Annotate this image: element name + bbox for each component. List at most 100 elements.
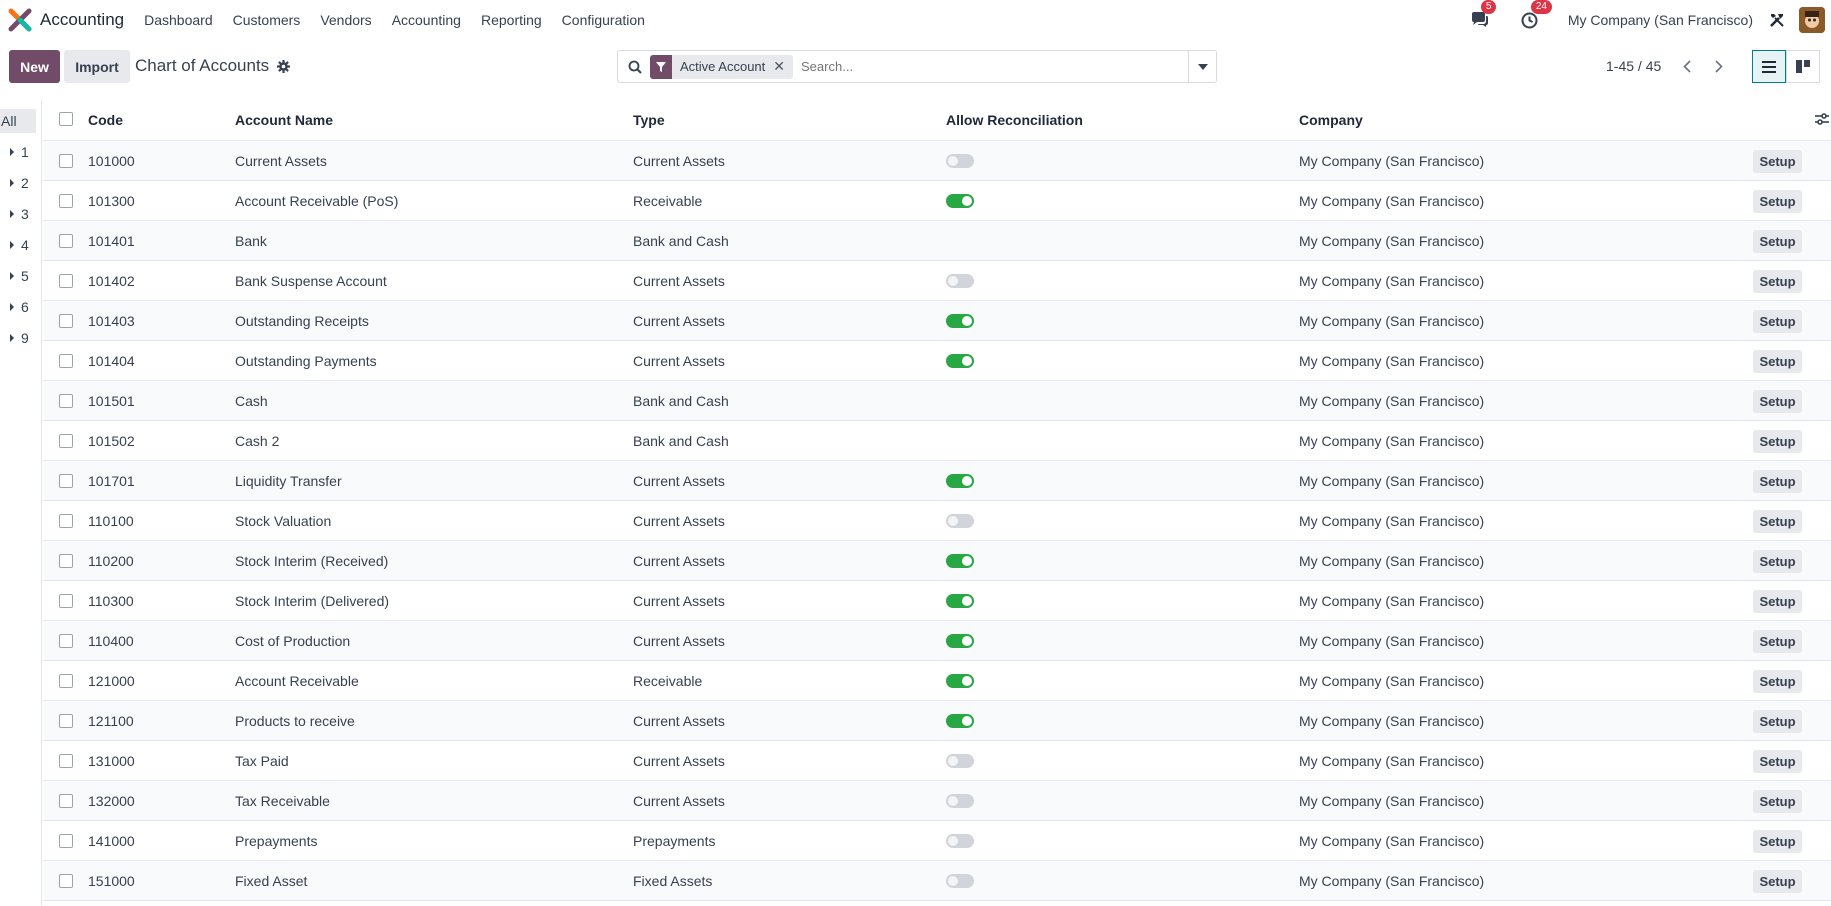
reconcile-toggle[interactable] (946, 874, 974, 888)
menu-accounting[interactable]: Accounting (392, 12, 461, 28)
row-checkbox[interactable] (59, 354, 73, 368)
remove-facet-icon[interactable]: ✕ (773, 58, 793, 75)
table-row[interactable]: 101401 Bank Bank and Cash My Company (Sa… (43, 221, 1831, 261)
column-header-account-name[interactable]: Account Name (235, 112, 333, 128)
sidebar-group-3[interactable]: 3 (0, 202, 38, 226)
table-row[interactable]: 101501 Cash Bank and Cash My Company (Sa… (43, 381, 1831, 421)
reconcile-toggle[interactable] (946, 834, 974, 848)
column-header-code[interactable]: Code (88, 112, 123, 128)
table-row[interactable]: 110200 Stock Interim (Received) Current … (43, 541, 1831, 581)
activities-button[interactable]: 24 (1518, 0, 1552, 32)
reconcile-toggle[interactable] (946, 674, 974, 688)
setup-button[interactable]: Setup (1753, 550, 1802, 573)
row-checkbox[interactable] (59, 274, 73, 288)
reconcile-toggle[interactable] (946, 634, 974, 648)
row-checkbox[interactable] (59, 394, 73, 408)
table-row[interactable]: 132000 Tax Receivable Current Assets My … (43, 781, 1831, 821)
sidebar-group-6[interactable]: 6 (0, 295, 38, 319)
gear-icon[interactable] (277, 59, 291, 73)
setup-button[interactable]: Setup (1753, 310, 1802, 333)
pager-value[interactable]: 1-45 / 45 (1606, 58, 1661, 74)
table-row[interactable]: 101300 Account Receivable (PoS) Receivab… (43, 181, 1831, 221)
row-checkbox[interactable] (59, 154, 73, 168)
setup-button[interactable]: Setup (1753, 350, 1802, 373)
app-name[interactable]: Accounting (40, 10, 124, 30)
menu-customers[interactable]: Customers (233, 12, 301, 28)
row-checkbox[interactable] (59, 194, 73, 208)
row-checkbox[interactable] (59, 434, 73, 448)
search-input[interactable] (801, 59, 1188, 74)
table-row[interactable]: 131000 Tax Paid Current Assets My Compan… (43, 741, 1831, 781)
table-row[interactable]: 110100 Stock Valuation Current Assets My… (43, 501, 1831, 541)
table-row[interactable]: 101402 Bank Suspense Account Current Ass… (43, 261, 1831, 301)
pager-previous[interactable] (1672, 50, 1702, 83)
search-options-toggle[interactable] (1188, 50, 1216, 83)
sidebar-group-2[interactable]: 2 (0, 171, 38, 195)
sidebar-group-1[interactable]: 1 (0, 140, 38, 164)
menu-configuration[interactable]: Configuration (562, 12, 645, 28)
reconcile-toggle[interactable] (946, 274, 974, 288)
table-row[interactable]: 151000 Fixed Asset Fixed Assets My Compa… (43, 861, 1831, 901)
sidebar-group-5[interactable]: 5 (0, 264, 38, 288)
table-row[interactable]: 121000 Account Receivable Receivable My … (43, 661, 1831, 701)
column-header-allow-reconciliation[interactable]: Allow Reconciliation (946, 112, 1083, 128)
setup-button[interactable]: Setup (1753, 710, 1802, 733)
setup-button[interactable]: Setup (1753, 470, 1802, 493)
row-checkbox[interactable] (59, 714, 73, 728)
row-checkbox[interactable] (59, 474, 73, 488)
setup-button[interactable]: Setup (1753, 750, 1802, 773)
reconcile-toggle[interactable] (946, 794, 974, 808)
menu-vendors[interactable]: Vendors (320, 12, 371, 28)
row-checkbox[interactable] (59, 634, 73, 648)
column-header-company[interactable]: Company (1299, 112, 1363, 128)
company-switcher[interactable]: My Company (San Francisco) (1568, 12, 1753, 28)
row-checkbox[interactable] (59, 234, 73, 248)
row-checkbox[interactable] (59, 514, 73, 528)
table-row[interactable]: 101502 Cash 2 Bank and Cash My Company (… (43, 421, 1831, 461)
reconcile-toggle[interactable] (946, 314, 974, 328)
row-checkbox[interactable] (59, 834, 73, 848)
table-row[interactable]: 101403 Outstanding Receipts Current Asse… (43, 301, 1831, 341)
reconcile-toggle[interactable] (946, 474, 974, 488)
pager-next[interactable] (1704, 50, 1734, 83)
setup-button[interactable]: Setup (1753, 230, 1802, 253)
reconcile-toggle[interactable] (946, 354, 974, 368)
reconcile-toggle[interactable] (946, 554, 974, 568)
row-checkbox[interactable] (59, 594, 73, 608)
table-row[interactable]: 110400 Cost of Production Current Assets… (43, 621, 1831, 661)
row-checkbox[interactable] (59, 754, 73, 768)
reconcile-toggle[interactable] (946, 714, 974, 728)
messages-button[interactable]: 5 (1468, 0, 1497, 32)
optional-columns-icon[interactable] (1815, 112, 1829, 129)
reconcile-toggle[interactable] (946, 154, 974, 168)
reconcile-toggle[interactable] (946, 514, 974, 528)
column-header-type[interactable]: Type (633, 112, 665, 128)
menu-reporting[interactable]: Reporting (481, 12, 542, 28)
setup-button[interactable]: Setup (1753, 590, 1802, 613)
row-checkbox[interactable] (59, 554, 73, 568)
table-row[interactable]: 101000 Current Assets Current Assets My … (43, 141, 1831, 181)
sidebar-group-9[interactable]: 9 (0, 326, 38, 350)
new-button[interactable]: New (9, 50, 60, 83)
setup-button[interactable]: Setup (1753, 150, 1802, 173)
menu-dashboard[interactable]: Dashboard (144, 12, 213, 28)
table-row[interactable]: 101404 Outstanding Payments Current Asse… (43, 341, 1831, 381)
user-avatar[interactable] (1799, 7, 1825, 33)
setup-button[interactable]: Setup (1753, 390, 1802, 413)
row-checkbox[interactable] (59, 314, 73, 328)
accounting-app-icon[interactable] (8, 8, 32, 32)
table-row[interactable]: 121100 Products to receive Current Asset… (43, 701, 1831, 741)
sidebar-item-all[interactable]: All (0, 109, 36, 133)
setup-button[interactable]: Setup (1753, 870, 1802, 893)
sidebar-group-4[interactable]: 4 (0, 233, 38, 257)
row-checkbox[interactable] (59, 874, 73, 888)
reconcile-toggle[interactable] (946, 754, 974, 768)
debug-tools-icon[interactable] (1769, 12, 1785, 28)
import-button[interactable]: Import (64, 50, 130, 83)
setup-button[interactable]: Setup (1753, 270, 1802, 293)
list-view-button[interactable] (1752, 50, 1786, 83)
setup-button[interactable]: Setup (1753, 670, 1802, 693)
reconcile-toggle[interactable] (946, 194, 974, 208)
table-row[interactable]: 141000 Prepayments Prepayments My Compan… (43, 821, 1831, 861)
row-checkbox[interactable] (59, 794, 73, 808)
